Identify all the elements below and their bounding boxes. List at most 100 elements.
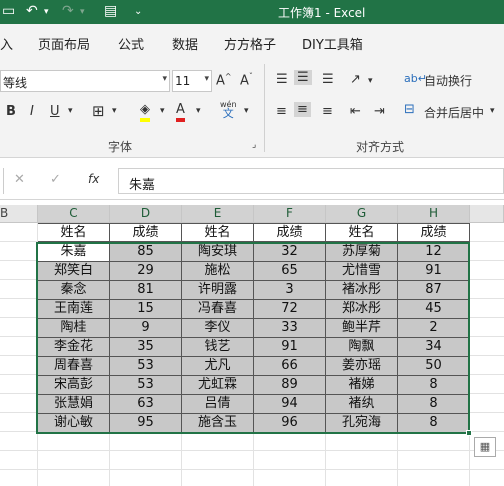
table-header-cell[interactable]: 成绩 [110, 223, 182, 242]
table-cell[interactable]: 许明露 [182, 281, 254, 300]
save-icon[interactable]: ▭ [2, 3, 15, 19]
merge-center-button[interactable]: 合并后居中 [424, 104, 484, 121]
table-cell[interactable]: 29 [110, 262, 182, 281]
tab-formulas[interactable]: 公式 [118, 34, 144, 53]
tab-page-layout[interactable]: 页面布局 [38, 34, 90, 53]
redo-dropdown-icon[interactable]: ▾ [80, 7, 85, 17]
table-cell[interactable]: 陶飘 [326, 338, 398, 357]
cancel-icon[interactable]: ✕ [14, 172, 25, 187]
print-preview-icon[interactable]: ▤ [104, 3, 117, 19]
table-cell[interactable]: 3 [254, 281, 326, 300]
chevron-down-icon[interactable]: ▾ [196, 106, 201, 116]
table-cell[interactable]: 15 [110, 300, 182, 319]
table-cell[interactable]: 王南莲 [38, 300, 110, 319]
merge-center-icon[interactable]: ⊟ [404, 102, 415, 117]
align-bottom-icon[interactable]: ☰ [322, 72, 334, 87]
table-cell[interactable]: 32 [254, 243, 326, 262]
table-cell[interactable]: 95 [110, 414, 182, 433]
fill-handle[interactable] [466, 430, 472, 436]
table-header-cell[interactable]: 姓名 [38, 223, 110, 242]
table-cell[interactable]: 53 [110, 357, 182, 376]
align-right-icon[interactable]: ≡ [322, 104, 333, 119]
table-header-cell[interactable]: 成绩 [398, 223, 470, 242]
table-cell[interactable]: 孔宛海 [326, 414, 398, 433]
table-cell[interactable]: 89 [254, 376, 326, 395]
table-cell[interactable]: 施含玉 [182, 414, 254, 433]
increase-font-icon[interactable]: A^ [216, 72, 232, 88]
table-cell[interactable]: 李仪 [182, 319, 254, 338]
table-cell[interactable]: 尤凡 [182, 357, 254, 376]
table-cell[interactable]: 褚纨 [326, 395, 398, 414]
phonetic-guide-icon[interactable]: wén 文 [220, 100, 237, 119]
italic-button[interactable]: I [30, 104, 34, 119]
increase-indent-icon[interactable]: ⇥ [374, 104, 385, 119]
align-center-icon[interactable]: ≡ [294, 102, 311, 117]
table-cell[interactable]: 65 [254, 262, 326, 281]
table-cell[interactable]: 35 [110, 338, 182, 357]
chevron-down-icon[interactable]: ▾ [68, 106, 73, 116]
customize-toolbar-icon[interactable]: ⌄ [134, 6, 142, 17]
underline-button[interactable]: U [50, 104, 60, 119]
table-cell[interactable]: 宋高彭 [38, 376, 110, 395]
table-cell[interactable]: 12 [398, 243, 470, 262]
table-cell[interactable]: 郑笑白 [38, 262, 110, 281]
table-cell[interactable]: 尤惜雪 [326, 262, 398, 281]
formula-input[interactable]: 朱嘉 [118, 168, 504, 194]
wrap-text-button[interactable]: 自动换行 [424, 72, 472, 89]
tab-insert[interactable]: 入 [0, 34, 13, 53]
redo-icon[interactable]: ↷ [62, 3, 74, 19]
table-cell[interactable]: 陶桂 [38, 319, 110, 338]
font-name-box[interactable]: 等线 ▾ [0, 70, 170, 92]
quick-analysis-icon[interactable]: ▦ [474, 437, 496, 457]
table-cell[interactable]: 张慧娟 [38, 395, 110, 414]
border-icon[interactable]: ⊞ [92, 102, 105, 120]
bold-button[interactable]: B [6, 104, 16, 119]
column-header-d[interactable]: D [110, 205, 182, 223]
name-box[interactable] [0, 168, 4, 194]
table-cell[interactable]: 褚娣 [326, 376, 398, 395]
column-header-h[interactable]: H [398, 205, 470, 223]
tab-data[interactable]: 数据 [172, 34, 198, 53]
table-cell[interactable]: 2 [398, 319, 470, 338]
table-cell[interactable]: 8 [398, 395, 470, 414]
table-cell[interactable]: 96 [254, 414, 326, 433]
table-cell[interactable]: 尤虹霖 [182, 376, 254, 395]
table-cell[interactable]: 87 [398, 281, 470, 300]
table-cell[interactable]: 钱艺 [182, 338, 254, 357]
chevron-down-icon[interactable]: ▾ [160, 106, 165, 116]
chevron-down-icon[interactable]: ▾ [162, 74, 167, 84]
table-cell[interactable]: 冯春喜 [182, 300, 254, 319]
table-header-cell[interactable]: 姓名 [326, 223, 398, 242]
table-cell[interactable]: 91 [254, 338, 326, 357]
tab-diy-toolbox[interactable]: DIY工具箱 [302, 34, 363, 53]
column-header-b[interactable]: B [0, 205, 38, 223]
align-middle-icon[interactable]: ☰ [294, 70, 312, 85]
table-cell[interactable]: 8 [398, 376, 470, 395]
table-cell[interactable]: 94 [254, 395, 326, 414]
table-cell[interactable]: 李金花 [38, 338, 110, 357]
decrease-indent-icon[interactable]: ⇤ [350, 104, 361, 119]
dialog-launcher-icon[interactable]: ⌟ [252, 140, 256, 150]
table-cell[interactable]: 50 [398, 357, 470, 376]
table-cell[interactable]: 53 [110, 376, 182, 395]
decrease-font-icon[interactable]: Aˇ [240, 72, 253, 88]
orientation-icon[interactable]: ↗ [350, 72, 361, 87]
table-cell[interactable]: 秦念 [38, 281, 110, 300]
table-cell[interactable]: 63 [110, 395, 182, 414]
table-cell[interactable]: 郑冰彤 [326, 300, 398, 319]
column-header-f[interactable]: F [254, 205, 326, 223]
column-header-c[interactable]: C [38, 205, 110, 223]
table-cell[interactable]: 施松 [182, 262, 254, 281]
table-cell[interactable]: 72 [254, 300, 326, 319]
table-cell[interactable]: 谢心敏 [38, 414, 110, 433]
table-cell[interactable]: 8 [398, 414, 470, 433]
chevron-down-icon[interactable]: ▾ [204, 74, 209, 84]
font-color-icon[interactable]: A [176, 102, 185, 122]
table-cell[interactable]: 吕倩 [182, 395, 254, 414]
tab-fangfang[interactable]: 方方格子 [224, 34, 276, 53]
fill-color-icon[interactable]: ◈ [140, 102, 150, 122]
chevron-down-icon[interactable]: ▾ [490, 106, 495, 116]
column-header-e[interactable]: E [182, 205, 254, 223]
table-cell[interactable]: 34 [398, 338, 470, 357]
undo-icon[interactable]: ↶ [26, 3, 38, 19]
